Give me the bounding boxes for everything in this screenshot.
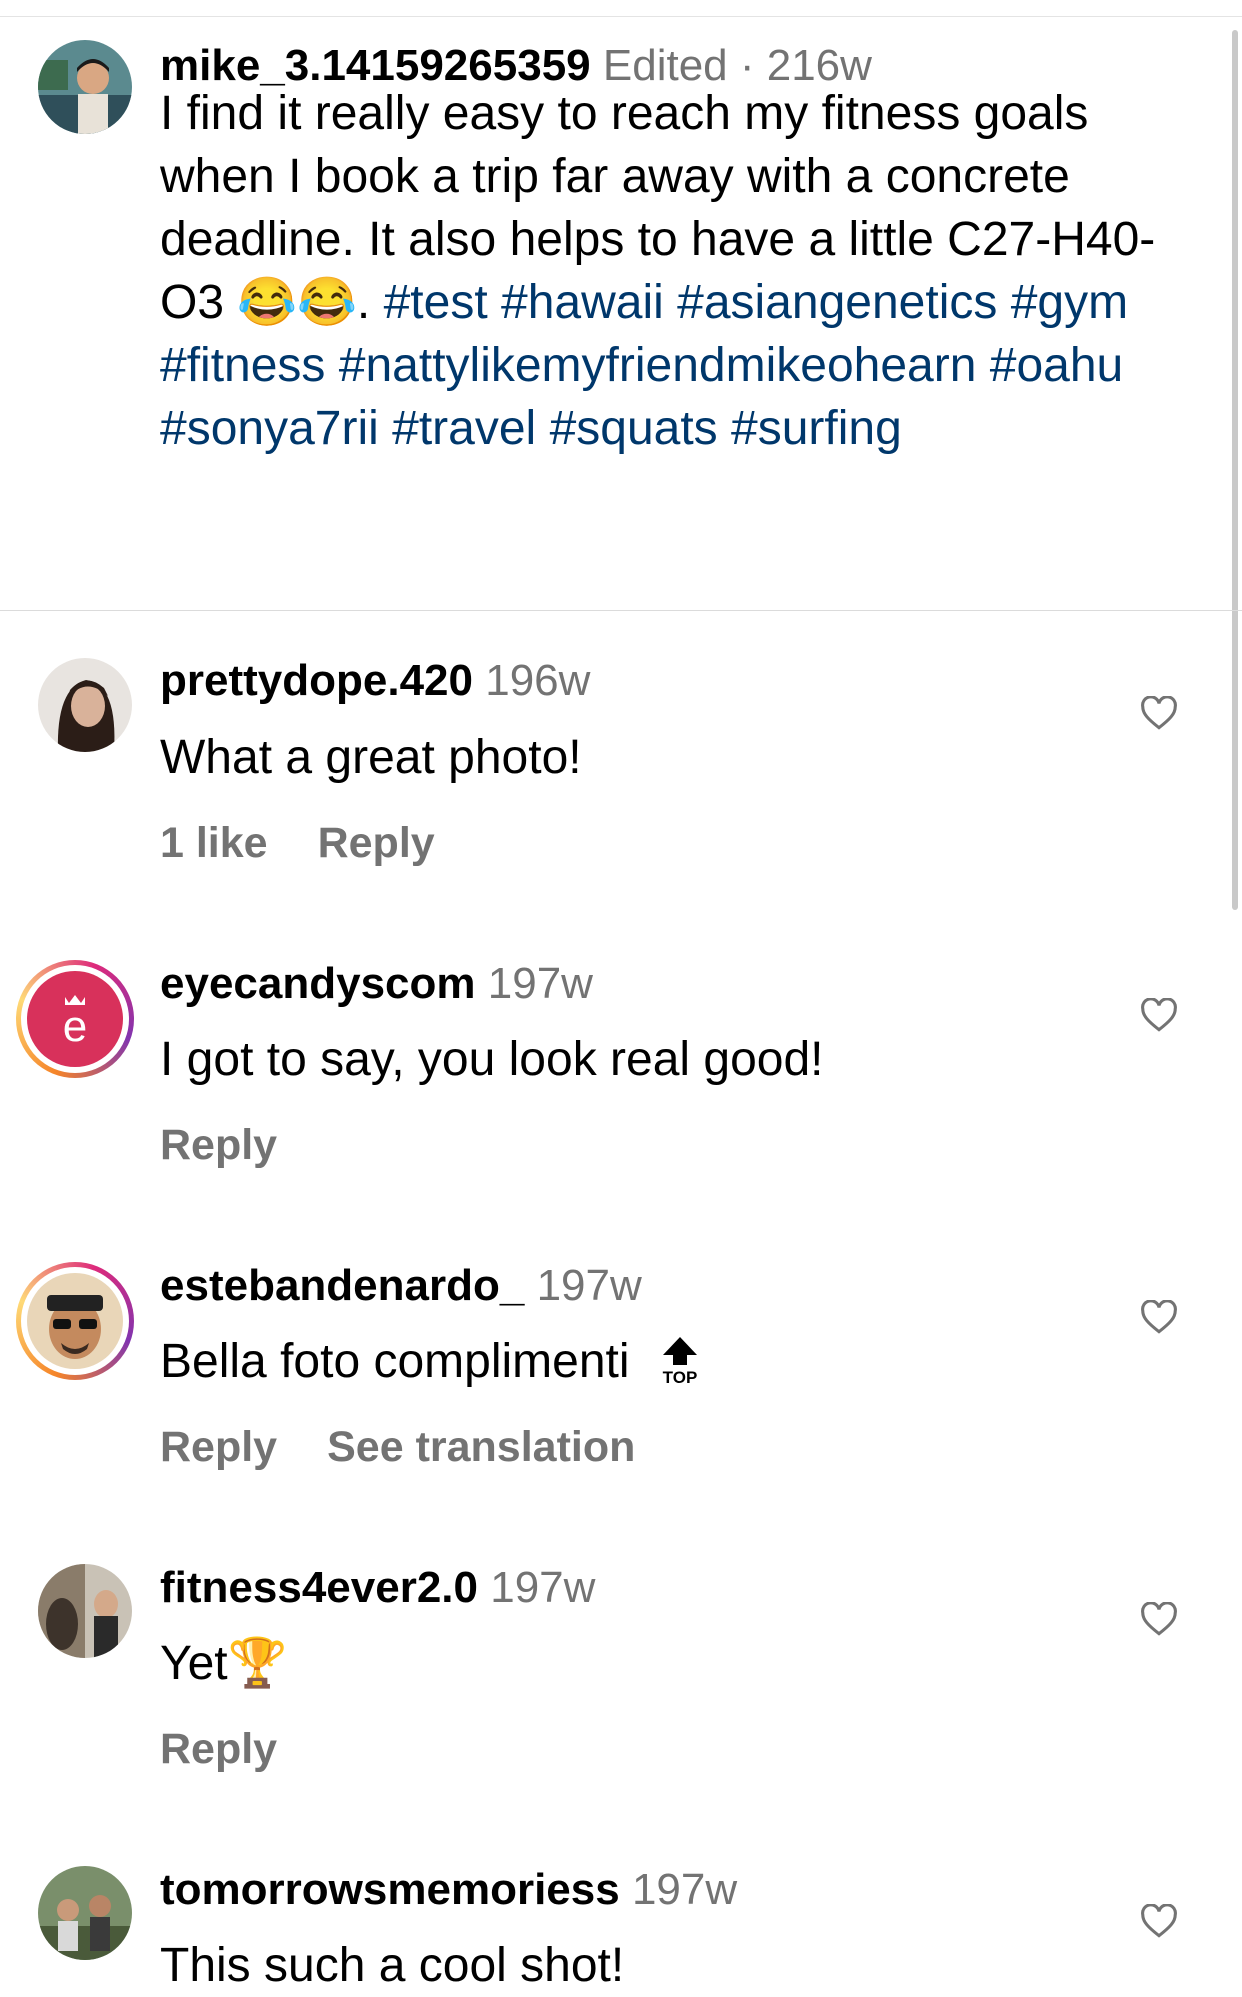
like-count[interactable]: 1 like — [160, 819, 268, 867]
reply-button[interactable]: Reply — [160, 1423, 277, 1471]
comment-time: 197w — [631, 1865, 738, 1914]
svg-text:e: e — [63, 1002, 87, 1051]
comment-username[interactable]: prettydope.420 — [160, 656, 473, 705]
heart-outline-icon[interactable] — [1140, 696, 1178, 730]
comment-time: 197w — [536, 1261, 642, 1310]
laughing-emoji: 😂😂 — [237, 276, 357, 329]
heart-outline-icon[interactable] — [1140, 998, 1178, 1032]
comment-header: eyecandyscom 197w — [160, 958, 593, 1010]
comment-time: 197w — [490, 1563, 596, 1612]
comment-actions: Reply — [160, 1120, 327, 1170]
comment-header: fitness4ever2.0 197w — [160, 1562, 595, 1614]
hashtag-link[interactable]: #hawaii — [501, 276, 664, 329]
hashtag-link[interactable]: #travel — [392, 402, 536, 455]
hashtag-link[interactable]: #squats — [550, 402, 718, 455]
comment-text-row: Bella foto complimenti TOP — [160, 1330, 703, 1393]
reply-button[interactable]: Reply — [160, 1121, 277, 1169]
story-ring[interactable]: e — [16, 960, 134, 1078]
comment-avatar[interactable] — [38, 658, 132, 752]
story-ring[interactable] — [16, 1262, 134, 1380]
comment-time: 196w — [485, 656, 591, 705]
top-divider — [0, 16, 1242, 17]
comment-text-row: Yet🏆 — [160, 1632, 287, 1695]
comment-actions: Reply — [160, 1724, 327, 1774]
hashtag-link[interactable]: #fitness — [160, 339, 325, 392]
hashtag-link[interactable]: #surfing — [731, 402, 902, 455]
hashtag-link[interactable]: #oahu — [990, 339, 1123, 392]
top-arrow-icon: TOP — [657, 1335, 703, 1385]
reply-button[interactable]: Reply — [318, 819, 435, 867]
comment-text: I got to say, you look real good! — [160, 1033, 824, 1086]
eyecandy-logo: e — [27, 971, 123, 1067]
comment-text: Yet — [160, 1637, 228, 1690]
comment-header: prettydope.420 196w — [160, 655, 590, 707]
comment-text: What a great photo! — [160, 731, 582, 784]
comment-avatar[interactable] — [38, 1564, 132, 1658]
comment-avatar[interactable] — [38, 1866, 132, 1960]
caption-divider — [0, 610, 1242, 611]
hashtag-link[interactable]: #nattylikemyfriendmikeohearn — [339, 339, 977, 392]
hashtag-link[interactable]: #gym — [1011, 276, 1128, 329]
caption-period: . — [356, 276, 371, 329]
comment-username[interactable]: tomorrowsmemoriess — [160, 1865, 620, 1914]
hashtag-link[interactable]: #test — [384, 276, 488, 329]
comment-actions: 1 like Reply — [160, 818, 485, 868]
comment-username[interactable]: eyecandyscom — [160, 959, 476, 1008]
comment-header: tomorrowsmemoriess 197w — [160, 1864, 737, 1916]
comment-actions: Reply See translation — [160, 1422, 685, 1472]
comment-username[interactable]: fitness4ever2.0 — [160, 1563, 478, 1612]
reply-button[interactable]: Reply — [160, 1725, 277, 1773]
trophy-emoji: 🏆 — [227, 1637, 288, 1690]
heart-outline-icon[interactable] — [1140, 1904, 1178, 1938]
hashtag-link[interactable]: #sonya7rii — [160, 402, 379, 455]
comment-header: estebandenardo_ 197w — [160, 1260, 642, 1312]
scrollbar[interactable] — [1232, 30, 1238, 910]
top-arrow-label: TOP — [663, 1368, 698, 1385]
comment-text: Bella foto complimenti — [160, 1335, 630, 1388]
heart-outline-icon[interactable] — [1140, 1602, 1178, 1636]
post-caption: I find it really easy to reach my fitnes… — [160, 82, 1170, 460]
hashtag-link[interactable]: #asiangenetics — [677, 276, 997, 329]
heart-outline-icon[interactable] — [1140, 1300, 1178, 1334]
comment-time: 197w — [487, 959, 593, 1008]
comment-text: This such a cool shot! — [160, 1939, 625, 1992]
post-author-avatar[interactable] — [38, 40, 132, 134]
see-translation-button[interactable]: See translation — [327, 1423, 635, 1471]
comment-username[interactable]: estebandenardo_ — [160, 1261, 524, 1310]
